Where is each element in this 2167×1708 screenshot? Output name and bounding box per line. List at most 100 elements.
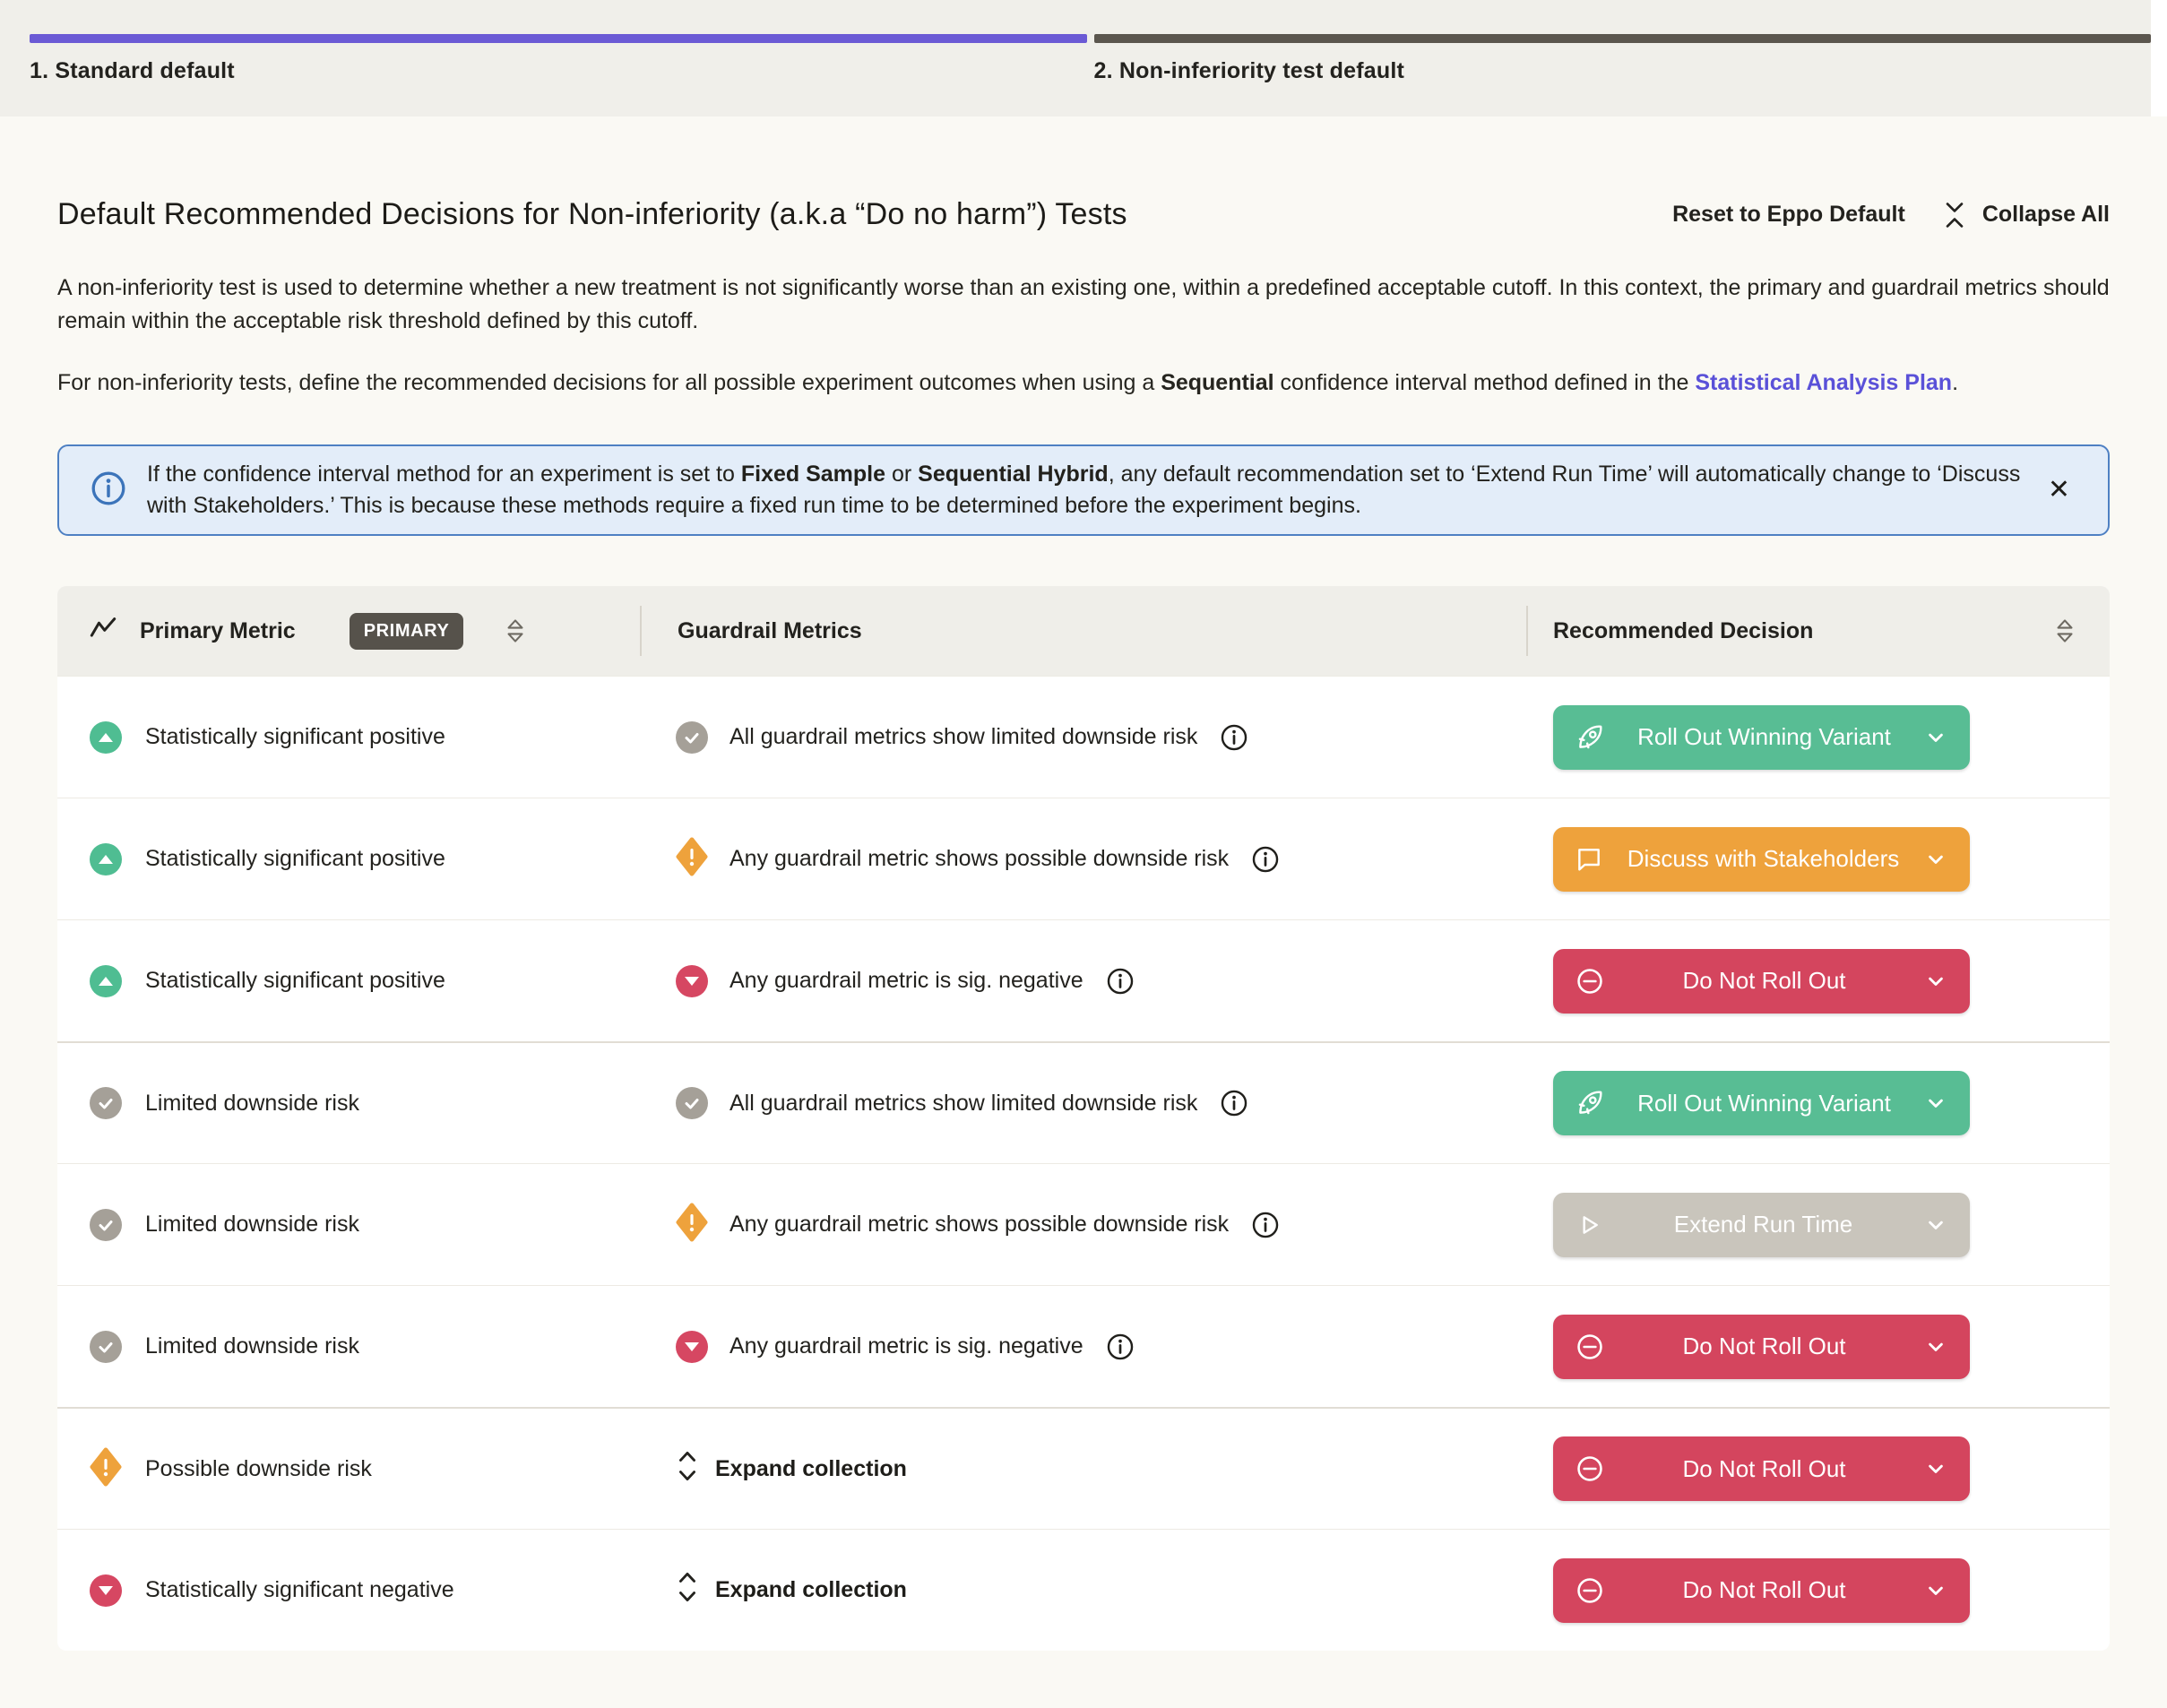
info-banner: If the confidence interval method for an… (57, 444, 2110, 536)
guardrail-metrics-label: Guardrail Metrics (678, 618, 862, 644)
limited-risk-icon (676, 1087, 708, 1119)
limited-risk-icon (676, 721, 708, 754)
decision-dropdown[interactable]: Roll Out Winning Variant (1553, 1071, 1970, 1135)
intro-paragraph-2: For non-inferiority tests, define the re… (57, 367, 2110, 400)
primary-metric-value: Limited downside risk (145, 1212, 359, 1238)
step-progress-bar: 1. Standard default 2. Non-inferiority t… (0, 0, 2167, 116)
sig-negative-icon (676, 965, 708, 997)
sort-icon[interactable] (505, 617, 526, 644)
primary-metric-value: Possible downside risk (145, 1456, 372, 1482)
expand-collection-label: Expand collection (715, 1456, 907, 1482)
sig-negative-icon (90, 1574, 122, 1607)
recommended-decision-column-header: Recommended Decision (1526, 606, 2110, 656)
step-standard-default[interactable]: 1. Standard default (30, 34, 1087, 116)
guardrail-metric-value: Any guardrail metric is sig. negative (730, 968, 1084, 994)
info-icon[interactable] (1219, 722, 1249, 753)
decision-label: Do Not Roll Out (1605, 1455, 1923, 1483)
collapse-all-button[interactable]: Collapse All (1941, 200, 2110, 230)
banner-text-part: or (885, 462, 918, 487)
speech-bubble-icon (1575, 845, 1603, 874)
primary-metric-value: Limited downside risk (145, 1333, 359, 1359)
expand-collection-button[interactable]: Expand collection (676, 1570, 907, 1610)
decision-label: Roll Out Winning Variant (1605, 723, 1923, 751)
intro-paragraph-1: A non-inferiority test is used to determ… (57, 272, 2110, 338)
sig-negative-icon (676, 1331, 708, 1363)
primary-metric-value: Statistically significant positive (145, 968, 445, 994)
sort-icon[interactable] (2054, 617, 2076, 644)
expand-collection-button[interactable]: Expand collection (676, 1449, 907, 1489)
rocket-icon (1575, 1088, 1605, 1118)
decision-dropdown[interactable]: Do Not Roll Out (1553, 1558, 1970, 1623)
collapse-vertical-icon (1941, 200, 1968, 230)
do-not-icon (1575, 1454, 1605, 1484)
decision-dropdown[interactable]: Do Not Roll Out (1553, 1436, 1970, 1501)
possible-risk-icon (90, 1447, 122, 1491)
step2-label: 2. Non-inferiority test default (1094, 58, 2152, 84)
scrollbar-gutter (2151, 0, 2167, 116)
play-icon (1575, 1211, 1603, 1239)
table-header: Primary Metric PRIMARY Guardrail Metrics… (57, 586, 2110, 676)
page-title: Default Recommended Decisions for Non-in… (57, 197, 1127, 232)
banner-bold-sequential-hybrid: Sequential Hybrid (918, 462, 1109, 487)
sig-positive-icon (90, 721, 122, 754)
info-circle-icon (90, 470, 127, 512)
expand-collection-label: Expand collection (715, 1577, 907, 1603)
decision-dropdown[interactable]: Do Not Roll Out (1553, 949, 1970, 1014)
guardrail-metric-value: Any guardrail metric shows possible down… (730, 846, 1229, 872)
decision-dropdown[interactable]: Extend Run Time (1553, 1193, 1970, 1257)
step1-progress-bar (30, 34, 1087, 43)
chevron-down-icon (1923, 1212, 1948, 1238)
info-icon[interactable] (1250, 844, 1281, 875)
statistical-analysis-plan-link[interactable]: Statistical Analysis Plan (1695, 370, 1952, 395)
primary-metric-column-header: Primary Metric PRIMARY (57, 613, 640, 650)
chevron-down-icon (1923, 1334, 1948, 1359)
guardrail-metric-value: All guardrail metrics show limited downs… (730, 1091, 1197, 1117)
chevron-down-icon (1923, 847, 1948, 872)
decision-dropdown[interactable]: Roll Out Winning Variant (1553, 705, 1970, 770)
reset-to-eppo-default-button[interactable]: Reset to Eppo Default (1672, 202, 1905, 228)
chevron-down-icon (1923, 725, 1948, 750)
banner-text-part: If the confidence interval method for an… (147, 462, 741, 487)
info-icon[interactable] (1105, 966, 1135, 996)
do-not-icon (1575, 966, 1605, 996)
limited-risk-icon (90, 1087, 122, 1119)
decision-label: Do Not Roll Out (1605, 1576, 1923, 1604)
primary-badge: PRIMARY (350, 613, 464, 650)
info-icon[interactable] (1105, 1332, 1135, 1362)
do-not-icon (1575, 1332, 1605, 1362)
chevron-down-icon (1923, 1456, 1948, 1481)
chevron-down-icon (1923, 969, 1948, 994)
step-non-inferiority-default[interactable]: 2. Non-inferiority test default (1094, 34, 2152, 116)
decision-dropdown[interactable]: Do Not Roll Out (1553, 1315, 1970, 1379)
decision-label: Discuss with Stakeholders (1603, 845, 1923, 873)
primary-metric-label: Primary Metric (140, 618, 296, 644)
banner-text: If the confidence interval method for an… (147, 459, 2021, 522)
decision-label: Do Not Roll Out (1605, 967, 1923, 995)
table-row: Statistically significant negative Expan… (57, 1529, 2110, 1651)
limited-risk-icon (90, 1209, 122, 1241)
table-row: Statistically significant positive Any g… (57, 798, 2110, 919)
table-row: Possible downside risk Expand collection… (57, 1407, 2110, 1529)
info-icon[interactable] (1219, 1088, 1249, 1118)
chevron-down-icon (1923, 1578, 1948, 1603)
expand-icon (676, 1570, 699, 1610)
reset-button-label: Reset to Eppo Default (1672, 202, 1905, 228)
info-icon[interactable] (1250, 1210, 1281, 1240)
decision-label: Do Not Roll Out (1605, 1333, 1923, 1360)
collapse-button-label: Collapse All (1982, 202, 2110, 228)
chevron-down-icon (1923, 1091, 1948, 1116)
decision-label: Extend Run Time (1603, 1211, 1923, 1238)
guardrail-metric-value: All guardrail metrics show limited downs… (730, 724, 1197, 750)
guardrail-metric-value: Any guardrail metric is sig. negative (730, 1333, 1084, 1359)
decision-dropdown[interactable]: Discuss with Stakeholders (1553, 827, 1970, 892)
intro-p2-text: For non-inferiority tests, define the re… (57, 370, 1161, 395)
close-icon[interactable]: ✕ (2041, 473, 2077, 507)
decision-table: Primary Metric PRIMARY Guardrail Metrics… (57, 586, 2110, 1651)
trend-line-icon (90, 616, 117, 647)
table-row: Statistically significant positive All g… (57, 676, 2110, 798)
sig-positive-icon (90, 843, 122, 876)
possible-risk-icon (676, 837, 708, 881)
guardrail-metrics-column-header: Guardrail Metrics (640, 606, 1526, 656)
table-row: Limited downside risk Any guardrail metr… (57, 1285, 2110, 1407)
banner-bold-fixed-sample: Fixed Sample (741, 462, 885, 487)
